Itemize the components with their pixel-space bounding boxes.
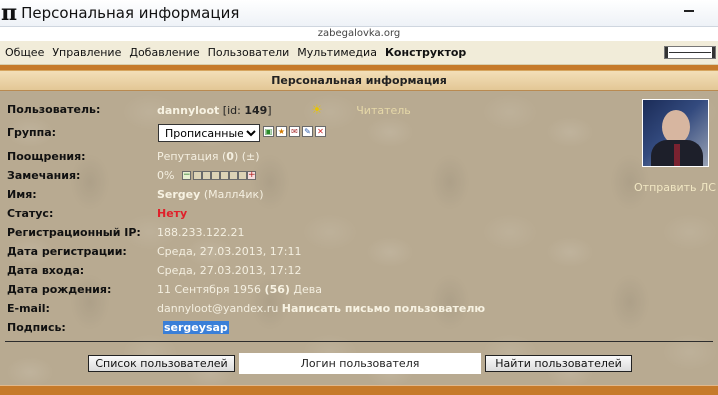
warning-cell (201, 171, 211, 180)
row-name: Имя: Sergey (Малл4ик) (7, 188, 627, 206)
menu-item-general[interactable]: Общее (5, 46, 44, 59)
avatar (642, 99, 709, 167)
row-group: Группа: Прописанные ▣ ★ ✉ ✎ ✕ (7, 124, 627, 144)
warning-percent: 0% (157, 169, 175, 182)
delete-icon[interactable]: ✕ (315, 126, 326, 137)
menu-item-management[interactable]: Управление (52, 46, 121, 59)
name-value: Sergey (Малл4ик) (157, 188, 263, 201)
rewards-label: Поощрения: (7, 150, 86, 163)
write-email-link[interactable]: Написать письмо пользователю (282, 302, 485, 315)
row-birth-date: Дата рождения: 11 Сентября 1956 (56) Дев… (7, 283, 627, 301)
users-list-button[interactable]: Список пользователей (88, 355, 235, 372)
reputation-value: 0 (226, 150, 234, 163)
reg-date-value: Среда, 27.03.2013, 17:11 (157, 245, 302, 258)
warning-cell (219, 171, 229, 180)
reg-ip-value: 188.233.122.21 (157, 226, 245, 239)
menu-item-multimedia[interactable]: Мультимедиа (297, 46, 377, 59)
reg-ip-label: Регистрационный IP: (7, 226, 141, 239)
menu-item-constructor[interactable]: Конструктор (385, 46, 466, 59)
status-value: Нету (157, 207, 188, 220)
note-icon[interactable]: ✉ (289, 126, 300, 137)
window-title: Персональная информация (21, 4, 240, 22)
age: (56) (264, 283, 290, 296)
minimize-icon[interactable] (684, 10, 694, 12)
star-icon[interactable]: ★ (276, 126, 287, 137)
login-input[interactable]: Логин пользователя (239, 353, 481, 374)
site-domain: zabegalovka.org (0, 27, 718, 41)
signature-value: sergeysap (163, 321, 229, 334)
email-value: dannyloot@yandex.ru Написать письмо поль… (157, 302, 485, 315)
reputation-label[interactable]: Репутация ( (157, 150, 226, 163)
status-label: Статус: (7, 207, 54, 220)
login-date-value: Среда, 27.03.2013, 17:12 (157, 264, 302, 277)
user-id-prefix: [id: (222, 104, 241, 117)
nickname: (Малл4ик) (203, 188, 264, 201)
birth-date-label: Дата рождения: (7, 283, 112, 296)
user-id-suffix: ] (267, 104, 272, 117)
pi-icon: π (1, 0, 18, 26)
menu-item-add[interactable]: Добавление (129, 46, 199, 59)
row-status: Статус: Нету (7, 207, 627, 225)
reg-date-label: Дата регистрации: (7, 245, 127, 258)
bottom-accent-strip (0, 385, 718, 395)
warnings-value: 0% − + (157, 169, 257, 182)
group-label: Группа: (7, 126, 57, 139)
signature-text: sergeysap (163, 321, 229, 334)
slider-right-handle[interactable] (712, 47, 715, 58)
user-id: 149 (244, 104, 268, 117)
rewards-value: Репутация (0) (±) (157, 150, 260, 163)
login-date-label: Дата входа: (7, 264, 85, 277)
width-slider[interactable] (664, 46, 716, 59)
warning-cell (210, 171, 220, 180)
warning-cell (228, 171, 238, 180)
group-tools: ▣ ★ ✉ ✎ ✕ (263, 126, 326, 137)
warning-plus-icon[interactable]: + (246, 171, 256, 180)
user-role: Читатель (356, 104, 411, 117)
warning-cell (192, 171, 202, 180)
warning-progress: − + (181, 171, 257, 181)
warning-cell (237, 171, 247, 180)
slider-track (669, 52, 711, 53)
user-label: Пользователь: (7, 103, 101, 116)
row-reg-date: Дата регистрации: Среда, 27.03.2013, 17:… (7, 245, 627, 263)
window-titlebar: π Персональная информация (0, 0, 718, 27)
reputation-suffix[interactable]: ) (±) (234, 150, 260, 163)
user-value: dannyloot [id: 149] ☀ Читатель (157, 103, 411, 118)
zodiac: Дева (293, 283, 323, 296)
first-name: Sergey (157, 188, 201, 201)
warning-minus-icon[interactable]: − (181, 171, 191, 180)
row-email: E-mail: dannyloot@yandex.ru Написать пис… (7, 302, 627, 320)
row-user: Пользователь: dannyloot [id: 149] ☀ Чита… (7, 103, 627, 121)
sun-icon: ☀ (311, 103, 323, 118)
main-menu: Общее Управление Добавление Пользователи… (0, 41, 718, 65)
username[interactable]: dannyloot (157, 104, 219, 117)
signature-label: Подпись: (7, 321, 66, 334)
row-warnings: Замечания: 0% − + (7, 169, 627, 187)
avatar-tie (674, 144, 680, 166)
birth-date-value: 11 Сентября 1956 (56) Дева (157, 283, 322, 296)
find-users-button[interactable]: Найти пользователей (485, 355, 632, 372)
birth-date: 11 Сентября 1956 (157, 283, 262, 296)
warnings-label: Замечания: (7, 169, 81, 182)
save-icon[interactable]: ▣ (263, 126, 274, 137)
group-select[interactable]: Прописанные (158, 124, 260, 142)
menu-item-users[interactable]: Пользователи (208, 46, 290, 59)
send-pm-link[interactable]: Отправить ЛС (634, 181, 716, 194)
name-label: Имя: (7, 188, 37, 201)
edit-icon[interactable]: ✎ (302, 126, 313, 137)
row-signature: Подпись: sergeysap (7, 321, 627, 339)
slider-left-handle[interactable] (665, 47, 668, 58)
email-address[interactable]: dannyloot@yandex.ru (157, 302, 278, 315)
row-reg-ip: Регистрационный IP: 188.233.122.21 (7, 226, 627, 244)
email-label: E-mail: (7, 302, 50, 315)
avatar-face (662, 110, 690, 144)
divider (5, 341, 713, 342)
page-title: Персональная информация (0, 70, 718, 91)
row-rewards: Поощрения: Репутация (0) (±) (7, 150, 627, 168)
row-login-date: Дата входа: Среда, 27.03.2013, 17:12 (7, 264, 627, 282)
